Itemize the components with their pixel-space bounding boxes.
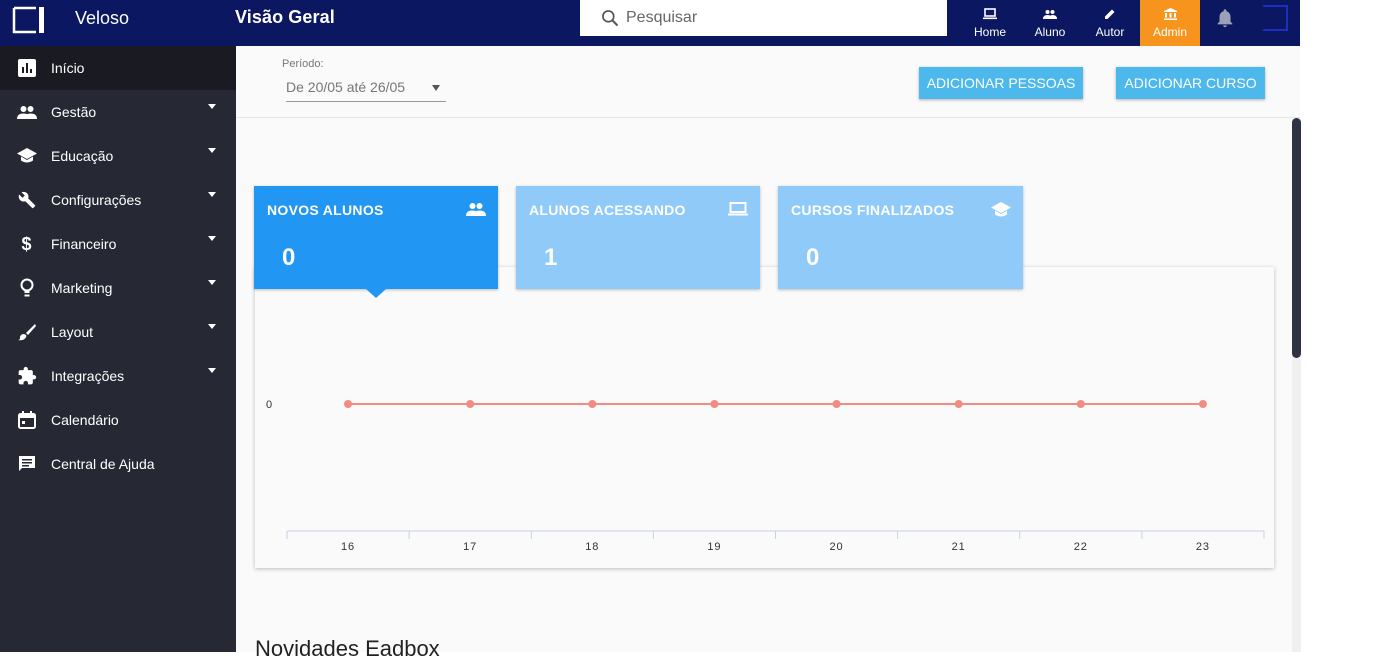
sidebar-item-label: Início bbox=[51, 60, 85, 76]
data-point bbox=[1198, 400, 1207, 408]
laptop-icon bbox=[983, 6, 997, 22]
period-value: De 20/05 até 26/05 bbox=[286, 79, 406, 95]
card-title: CURSOS FINALIZADOS bbox=[791, 202, 955, 218]
chevron-down-icon bbox=[208, 192, 216, 197]
bank-icon bbox=[1163, 6, 1177, 22]
nav-autor-button[interactable]: Autor bbox=[1080, 0, 1140, 46]
brush-icon bbox=[0, 323, 51, 341]
page-title: Visão Geral bbox=[235, 7, 335, 27]
search-icon bbox=[602, 10, 619, 27]
nav-home-label: Home bbox=[973, 24, 1006, 39]
data-point bbox=[588, 400, 597, 408]
data-point bbox=[466, 400, 475, 408]
data-point bbox=[1076, 400, 1085, 408]
people-icon bbox=[466, 202, 486, 221]
sidebar: Início Gestão Educação Configurações $ F… bbox=[0, 46, 236, 652]
brand-name[interactable]: Veloso bbox=[75, 8, 129, 29]
nav-admin-label: Admin bbox=[1152, 24, 1187, 39]
chevron-down-icon bbox=[208, 148, 216, 153]
data-point bbox=[344, 400, 353, 408]
laptop-icon bbox=[728, 202, 748, 221]
top-bar: Veloso Visão Geral Home Aluno Autor Admi… bbox=[0, 0, 1300, 46]
scrollbar[interactable] bbox=[1292, 118, 1301, 652]
nav-autor-label: Autor bbox=[1095, 24, 1125, 39]
people-icon bbox=[0, 105, 51, 119]
add-people-button[interactable]: ADICIONAR PESSOAS bbox=[919, 67, 1083, 99]
people-icon bbox=[1043, 6, 1057, 22]
card-title: ALUNOS ACESSANDO bbox=[529, 202, 686, 218]
sidebar-item-gestao[interactable]: Gestão bbox=[0, 90, 236, 134]
sidebar-item-integracoes[interactable]: Integrações bbox=[0, 354, 236, 398]
wrench-icon bbox=[0, 191, 51, 209]
nav-admin-button[interactable]: Admin bbox=[1140, 0, 1200, 46]
graduation-cap-icon bbox=[991, 202, 1011, 223]
data-point bbox=[954, 400, 963, 408]
stat-card-cursos-finalizados[interactable]: CURSOS FINALIZADOS 0 bbox=[778, 186, 1023, 289]
chevron-down-icon bbox=[208, 324, 216, 329]
scrollbar-thumb[interactable] bbox=[1292, 118, 1301, 358]
stat-card-alunos-acessando[interactable]: ALUNOS ACESSANDO 1 bbox=[516, 186, 760, 289]
sidebar-item-inicio[interactable]: Início bbox=[0, 46, 236, 90]
x-tick-label: 22 bbox=[1074, 541, 1088, 553]
sidebar-item-layout[interactable]: Layout bbox=[0, 310, 236, 354]
filter-bar: Período: De 20/05 até 26/05 ADICIONAR PE… bbox=[236, 46, 1300, 118]
nav-home-button[interactable]: Home bbox=[960, 0, 1020, 46]
nav-aluno-label: Aluno bbox=[1034, 24, 1066, 39]
main-content: Período: De 20/05 até 26/05 ADICIONAR PE… bbox=[236, 46, 1300, 661]
sidebar-item-educacao[interactable]: Educação bbox=[0, 134, 236, 178]
x-tick-label: 21 bbox=[952, 541, 966, 553]
graduation-cap-icon bbox=[0, 148, 51, 164]
x-tick-label: 17 bbox=[463, 541, 477, 553]
calendar-icon bbox=[0, 411, 51, 429]
sidebar-item-central-de-ajuda[interactable]: Central de Ajuda bbox=[0, 442, 236, 486]
data-point bbox=[832, 400, 841, 408]
news-section-title: Novidades Eadbox bbox=[255, 636, 440, 661]
stat-card-novos-alunos[interactable]: NOVOS ALUNOS 0 bbox=[254, 186, 498, 298]
x-tick-label: 20 bbox=[829, 541, 843, 553]
x-tick-label: 23 bbox=[1196, 541, 1210, 553]
bell-icon[interactable] bbox=[1214, 7, 1236, 29]
card-title: NOVOS ALUNOS bbox=[267, 202, 384, 218]
card-value: 0 bbox=[806, 244, 820, 271]
sidebar-item-financeiro[interactable]: $ Financeiro bbox=[0, 222, 236, 266]
avatar[interactable] bbox=[1262, 5, 1288, 31]
line-chart: 0 16 17 18 19 20 21 22 23 bbox=[266, 399, 1265, 553]
sidebar-item-configuracoes[interactable]: Configurações bbox=[0, 178, 236, 222]
puzzle-icon bbox=[0, 366, 51, 386]
x-tick-label: 19 bbox=[707, 541, 721, 553]
sidebar-item-calendario[interactable]: Calendário bbox=[0, 398, 236, 442]
bar-chart-icon bbox=[0, 59, 51, 77]
nav-aluno-button[interactable]: Aluno bbox=[1020, 0, 1080, 46]
chat-icon bbox=[0, 455, 51, 473]
search-box[interactable] bbox=[580, 0, 947, 36]
chevron-down-icon bbox=[208, 104, 216, 109]
dollar-icon: $ bbox=[21, 233, 32, 254]
card-value: 0 bbox=[282, 244, 296, 271]
sidebar-item-marketing[interactable]: Marketing bbox=[0, 266, 236, 310]
chevron-down-icon bbox=[208, 280, 216, 285]
data-point bbox=[710, 400, 719, 408]
chevron-down-icon bbox=[208, 236, 216, 241]
period-select[interactable]: De 20/05 até 26/05 bbox=[286, 76, 446, 102]
sidebar-item-label: Central de Ajuda bbox=[51, 456, 155, 472]
card-value: 1 bbox=[544, 244, 558, 271]
logo-icon[interactable] bbox=[12, 6, 46, 34]
x-tick-label: 18 bbox=[585, 541, 599, 553]
lightbulb-icon bbox=[0, 278, 51, 298]
y-tick-label: 0 bbox=[266, 399, 272, 411]
pencil-icon bbox=[1104, 6, 1116, 22]
dropdown-arrow-icon bbox=[432, 85, 440, 91]
period-label: Período: bbox=[282, 58, 324, 70]
chevron-down-icon bbox=[208, 368, 216, 373]
add-course-button[interactable]: ADICIONAR CURSO bbox=[1116, 67, 1265, 99]
search-input[interactable] bbox=[626, 9, 926, 27]
x-tick-label: 16 bbox=[341, 541, 355, 553]
chart-panel: 0 16 17 18 19 20 21 22 23 bbox=[255, 267, 1274, 568]
sidebar-item-label: Calendário bbox=[51, 412, 119, 428]
